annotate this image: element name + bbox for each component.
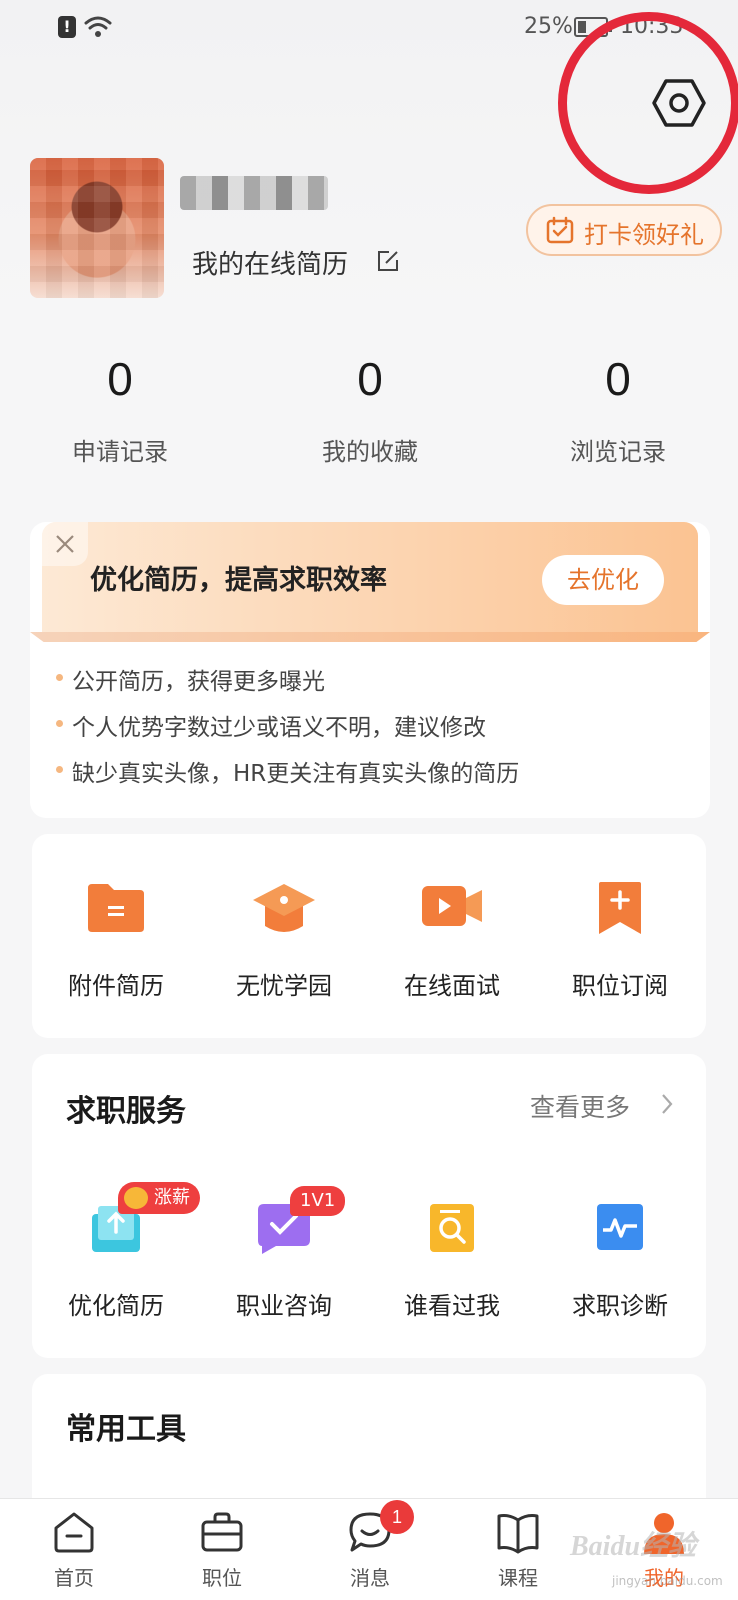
home-icon: [54, 1512, 94, 1553]
grid-label: 求职诊断: [572, 1292, 668, 1320]
go-optimize-button[interactable]: 去优化: [542, 555, 664, 605]
close-banner-button[interactable]: [42, 522, 88, 566]
optimize-tip: 公开简历，获得更多曝光: [56, 662, 325, 696]
checkin-label: 打卡领好礼: [584, 221, 704, 249]
bookmark-plus-icon: [599, 882, 641, 934]
diagnosis-chart-icon: [597, 1204, 643, 1250]
browse-history-label[interactable]: 浏览记录: [518, 432, 718, 467]
checkin-reward-button[interactable]: 打卡领好礼: [526, 204, 722, 256]
wifi-icon: [84, 16, 112, 37]
career-consult-service[interactable]: 职业咨询: [200, 1200, 368, 1320]
coin-icon: [124, 1187, 148, 1209]
chevron-right-icon[interactable]: [660, 1092, 674, 1116]
browse-history-count[interactable]: 0: [518, 352, 718, 406]
job-diagnosis-service[interactable]: 求职诊断: [536, 1200, 704, 1320]
nav-jobs[interactable]: 职位: [148, 1498, 296, 1600]
search-document-icon: [430, 1204, 474, 1252]
grid-label: 无忧学园: [236, 972, 332, 1000]
tools-title: 常用工具: [66, 1412, 186, 1447]
avatar[interactable]: [30, 158, 164, 298]
optimize-resume-card: 优化简历，提高求职效率 去优化 公开简历，获得更多曝光 个人优势字数过少或语义不…: [30, 522, 710, 818]
attachment-resume-item[interactable]: 附件简历: [32, 880, 200, 1000]
video-camera-icon: [422, 886, 482, 926]
favorites-label[interactable]: 我的收藏: [270, 432, 470, 467]
optimize-tip: 个人优势字数过少或语义不明，建议修改: [56, 708, 486, 742]
nav-messages[interactable]: 消息: [296, 1498, 444, 1600]
optimize-resume-service[interactable]: 优化简历: [32, 1200, 200, 1320]
nav-label: 首页: [54, 1566, 94, 1590]
close-icon: [56, 535, 74, 553]
baidu-watermark-url: jingyan.baidu.com: [612, 1574, 723, 1588]
optimize-title: 优化简历，提高求职效率: [90, 565, 387, 596]
optimize-tip: 缺少真实头像，HR更关注有真实头像的简历: [55, 754, 519, 788]
services-title: 求职服务: [66, 1094, 186, 1129]
alert-icon: !: [58, 16, 76, 38]
grid-label: 优化简历: [68, 1292, 164, 1320]
grid-label: 职业咨询: [236, 1292, 332, 1320]
nav-label: 课程: [498, 1566, 538, 1590]
grid-label: 谁看过我: [404, 1292, 500, 1320]
badge-text: 涨薪: [154, 1187, 190, 1208]
nav-home[interactable]: 首页: [0, 1498, 148, 1600]
grid-label: 职位订阅: [572, 972, 668, 1000]
battery-percent: 25%: [524, 14, 573, 39]
apply-record-count[interactable]: 0: [20, 352, 220, 406]
book-icon: [497, 1514, 539, 1554]
see-more-link[interactable]: 查看更多: [530, 1088, 630, 1124]
baidu-watermark: Baidu经验: [570, 1531, 697, 1562]
who-viewed-me-service[interactable]: 谁看过我: [368, 1200, 536, 1320]
raise-salary-badge: 涨薪: [118, 1182, 200, 1214]
highlight-circle-annotation: [558, 12, 738, 194]
graduation-cap-icon: [253, 884, 315, 932]
folder-icon: [88, 884, 144, 932]
grid-label: 附件简历: [68, 972, 164, 1000]
apply-record-label[interactable]: 申请记录: [20, 432, 220, 467]
wuyou-academy-item[interactable]: 无忧学园: [200, 880, 368, 1000]
nav-label: 消息: [350, 1566, 390, 1590]
nav-label: 职位: [202, 1566, 242, 1590]
favorites-count[interactable]: 0: [270, 352, 470, 406]
grid-label: 在线面试: [404, 972, 500, 1000]
online-resume-link[interactable]: 我的在线简历: [192, 244, 348, 281]
calendar-check-icon: [546, 216, 574, 244]
online-interview-item[interactable]: 在线面试: [368, 880, 536, 1000]
message-count-badge: 1: [380, 1500, 414, 1534]
one-on-one-badge: 1V1: [290, 1186, 346, 1216]
user-name-blurred: [180, 176, 328, 210]
briefcase-icon: [201, 1512, 243, 1552]
job-subscription-item[interactable]: 职位订阅: [536, 880, 704, 1000]
edit-icon[interactable]: [377, 250, 399, 272]
